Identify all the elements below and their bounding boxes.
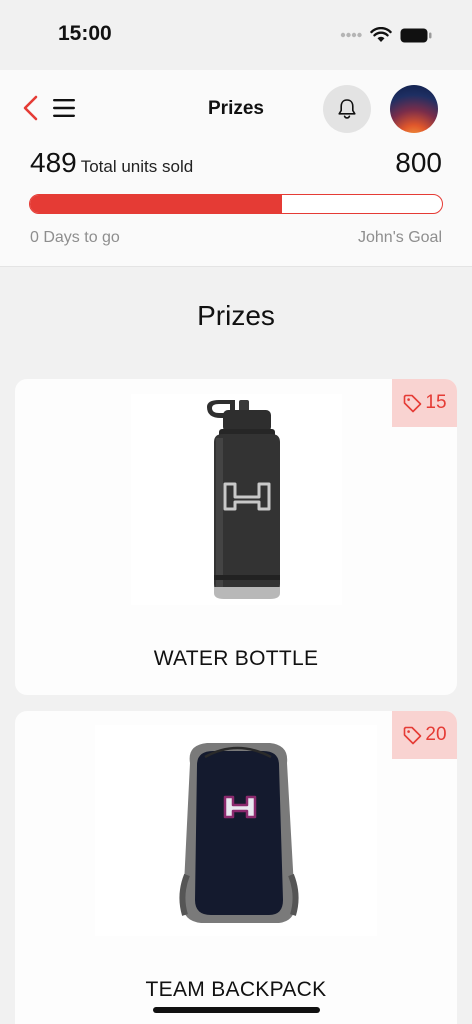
status-icons <box>340 27 432 43</box>
avatar[interactable] <box>390 85 438 133</box>
tag-icon <box>404 394 422 413</box>
water-bottle-image <box>131 394 342 605</box>
goal-value: 800 <box>395 147 442 178</box>
prize-card-team-backpack[interactable]: 20 TEAM BACKPACK <box>15 711 457 1024</box>
progress-header: Prizes 489 Total units sold 800 0 Days to… <box>0 70 472 267</box>
points-value: 20 <box>425 724 447 745</box>
units-sold-value: 489 <box>30 147 77 178</box>
days-left-label: 0 Days to go <box>30 229 120 246</box>
bell-icon <box>338 99 356 119</box>
sales-progress-fill <box>30 195 282 213</box>
home-indicator <box>153 1007 320 1013</box>
wifi-icon <box>370 27 392 42</box>
notifications-button[interactable] <box>323 85 371 133</box>
battery-icon <box>400 28 432 42</box>
section-title: Prizes <box>197 300 275 331</box>
sales-progress-bar <box>29 194 443 214</box>
sales-summary: 489 Total units sold 800 <box>30 147 442 181</box>
prize-name: WATER BOTTLE <box>153 647 319 670</box>
points-badge: 15 <box>392 379 457 427</box>
prize-name: TEAM BACKPACK <box>145 978 327 1001</box>
points-badge: 20 <box>392 711 457 759</box>
team-backpack-image <box>95 725 377 936</box>
tag-icon <box>404 726 422 745</box>
points-value: 15 <box>425 392 447 413</box>
status-time: 15:00 <box>58 22 112 45</box>
status-bar: 15:00 <box>0 0 472 70</box>
signal-icon <box>340 32 362 38</box>
goal-owner-label: John's Goal <box>358 229 442 246</box>
prize-card-water-bottle[interactable]: 15 WATER BOTTLE <box>15 379 457 695</box>
units-sold-label: Total units sold <box>80 157 194 176</box>
